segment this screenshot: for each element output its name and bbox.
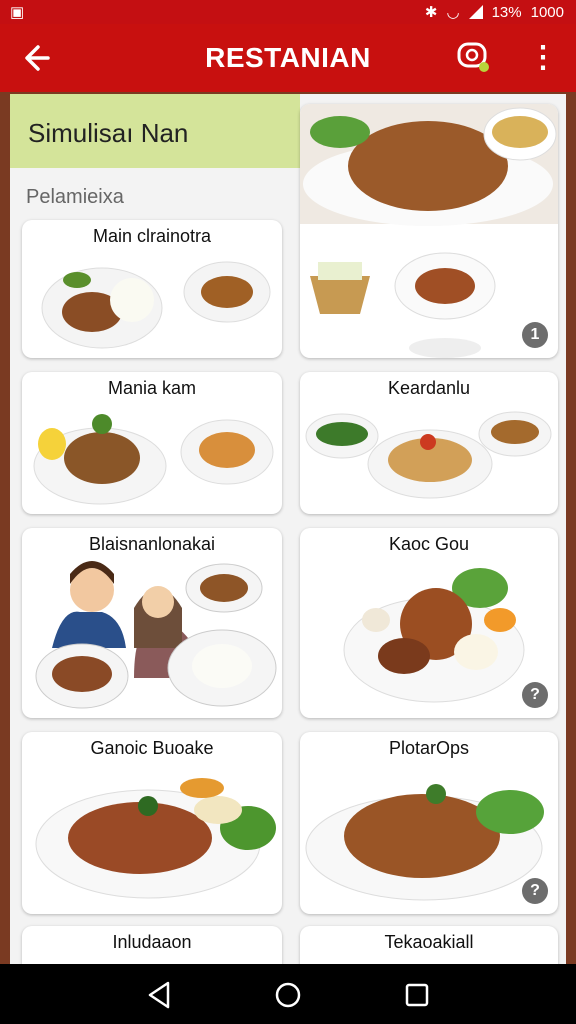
dish-card[interactable]: PlotarOps ? (300, 732, 558, 914)
notification-icon: ▣ (10, 4, 25, 21)
dish-image (343, 568, 525, 703)
bluetooth-icon: ✱ (424, 4, 438, 21)
dish-card[interactable]: Keardanlu (300, 372, 558, 514)
item-count-badge: 1 (522, 322, 548, 348)
dish-image (35, 778, 276, 899)
app-bar: RESTANIAN ⋮ (0, 24, 576, 92)
dish-card[interactable]: Ganoic Buoake (22, 732, 282, 914)
dish-card[interactable]: Blaisnanlonakai (22, 528, 282, 718)
dish-card[interactable]: Kaoc Gou ? (300, 528, 558, 718)
dish-card[interactable]: Inludaaon (22, 926, 282, 964)
back-nav-icon[interactable] (142, 978, 176, 1012)
dish-card[interactable]: Mania kam (22, 372, 282, 514)
home-nav-icon[interactable] (271, 978, 305, 1012)
battery-text: 13% (491, 3, 522, 21)
more-options-icon[interactable]: ⋮ (528, 38, 558, 78)
dish-image (305, 784, 544, 901)
recents-nav-icon[interactable] (400, 978, 434, 1012)
system-nav-bar (0, 964, 576, 1024)
wifi-icon: ◡ (446, 4, 460, 21)
item-count-badge: ? (522, 878, 548, 904)
dish-card[interactable]: Tekaoakiall (300, 926, 558, 964)
dish-image (35, 561, 277, 709)
section-subtitle: Pelamieixa (26, 186, 124, 208)
dish-image (300, 104, 558, 358)
dish-image (305, 411, 552, 499)
banner: Simulisaı Nan (10, 94, 300, 168)
status-bar: ▣ ✱ ◡ 13% 1000 (0, 0, 576, 24)
item-count-badge: ? (522, 682, 548, 708)
dish-name: Inludaaon (112, 932, 192, 952)
chat-icon[interactable] (456, 40, 492, 76)
signal-icon (468, 5, 483, 19)
clock: 1000 (530, 3, 564, 21)
banner-title: Simulisaı Nan (28, 118, 189, 148)
dish-name: Tekaoakiall (384, 932, 474, 952)
dish-card[interactable]: Main clrainotra (22, 220, 282, 358)
dish-card[interactable]: 1 (300, 104, 558, 358)
content-area: Simulisaı Nan Pelamieixa Main clrainotra (10, 94, 566, 964)
dish-image (33, 414, 274, 505)
dish-image (41, 261, 271, 349)
